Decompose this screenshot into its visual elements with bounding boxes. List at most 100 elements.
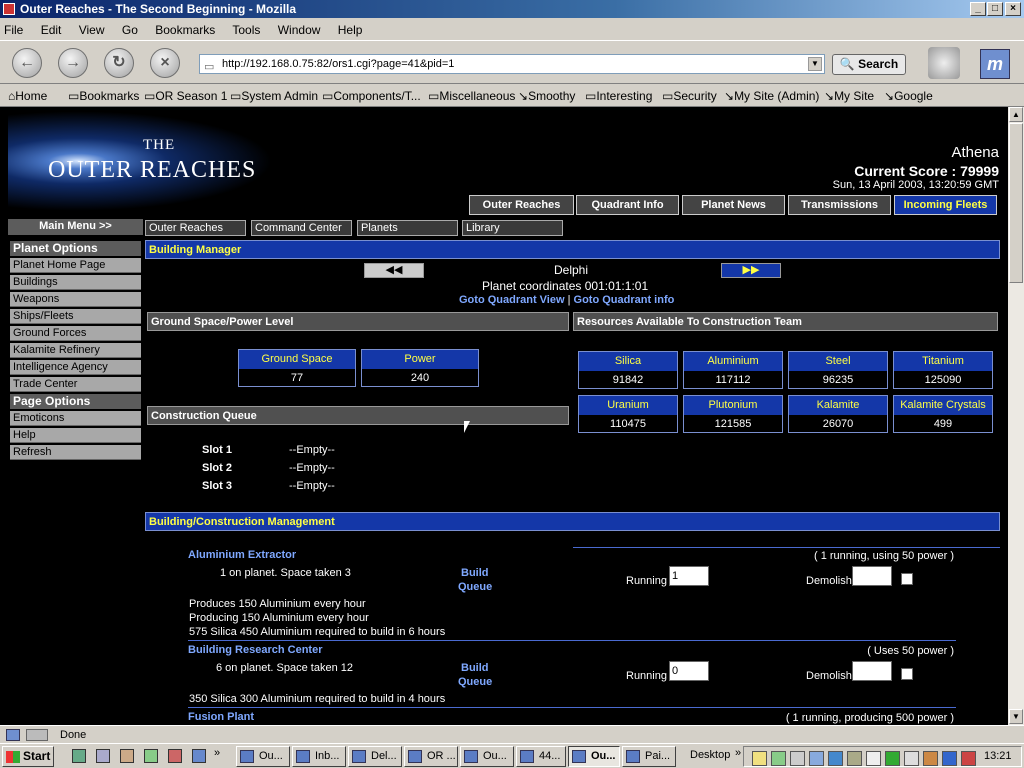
maximize-button[interactable]: □ xyxy=(987,2,1003,16)
bookmark-home[interactable]: ⌂ Home xyxy=(8,85,47,107)
sidebar-item-emoticons[interactable]: Emoticons xyxy=(10,411,141,426)
tray-icon[interactable] xyxy=(790,751,805,766)
sidebar-item-intelligence-agency[interactable]: Intelligence Agency xyxy=(10,360,141,375)
bookmark-or-season-1[interactable]: ▭ OR Season 1 xyxy=(144,85,227,107)
queue-link[interactable]: Queue xyxy=(458,676,492,688)
window-titlebar[interactable]: Outer Reaches - The Second Beginning - M… xyxy=(0,0,1024,18)
minimize-button[interactable]: _ xyxy=(970,2,986,16)
running-input[interactable]: 0 xyxy=(669,661,709,681)
tray-icon[interactable] xyxy=(771,751,786,766)
search-button[interactable]: 🔍 Search xyxy=(832,54,906,75)
stop-icon[interactable]: × xyxy=(150,48,180,78)
task-button[interactable]: 44... xyxy=(516,746,566,767)
task-button[interactable]: Pai... xyxy=(622,746,676,767)
toolbar-more-icon[interactable]: » xyxy=(735,747,741,759)
close-button[interactable]: × xyxy=(1005,2,1021,16)
menu-edit[interactable]: Edit xyxy=(41,23,62,37)
sidebar-item-weapons[interactable]: Weapons xyxy=(10,292,141,307)
quicklaunch-icon[interactable] xyxy=(144,749,158,763)
site-logo[interactable]: THE OUTER REACHES xyxy=(8,107,288,215)
bookmark-bookmarks[interactable]: ▭ Bookmarks xyxy=(68,85,139,107)
sidebar-item-kalamite-refinery[interactable]: Kalamite Refinery xyxy=(10,343,141,358)
volume-icon[interactable] xyxy=(904,751,919,766)
building-research-center-name[interactable]: Building Research Center xyxy=(188,644,322,656)
bookmark-my-site[interactable]: ↘ My Site xyxy=(824,85,874,107)
tray-icon[interactable] xyxy=(809,751,824,766)
tab-outer-reaches[interactable]: Outer Reaches xyxy=(469,195,574,215)
subtab-outer-reaches[interactable]: Outer Reaches xyxy=(145,220,246,236)
task-button[interactable]: Ou... xyxy=(460,746,514,767)
tray-icon[interactable] xyxy=(828,751,843,766)
task-button-active[interactable]: Ou... xyxy=(568,746,620,767)
task-button[interactable]: Ou... xyxy=(236,746,290,767)
demolish-input[interactable] xyxy=(852,661,892,681)
sidebar-item-ships-fleets[interactable]: Ships/Fleets xyxy=(10,309,141,324)
goto-quadrant-info-link[interactable]: Goto Quadrant info xyxy=(574,294,675,306)
running-input[interactable]: 1 xyxy=(669,566,709,586)
goto-quadrant-view-link[interactable]: Goto Quadrant View xyxy=(459,294,565,306)
menu-tools[interactable]: Tools xyxy=(232,23,260,37)
bookmark-security[interactable]: ▭ Security xyxy=(662,85,717,107)
tray-icon[interactable] xyxy=(752,751,767,766)
building-fusion-plant-name[interactable]: Fusion Plant xyxy=(188,711,254,723)
tab-incoming-fleets[interactable]: Incoming Fleets xyxy=(894,195,997,215)
tray-icon[interactable] xyxy=(866,751,881,766)
tray-icon[interactable] xyxy=(942,751,957,766)
build-link[interactable]: Build xyxy=(461,567,489,579)
sidebar-item-refresh[interactable]: Refresh xyxy=(10,445,141,460)
build-link[interactable]: Build xyxy=(461,662,489,674)
demolish-checkbox[interactable] xyxy=(901,573,913,585)
tray-icon[interactable] xyxy=(885,751,900,766)
building-aluminium-extractor-name[interactable]: Aluminium Extractor xyxy=(188,549,296,561)
quicklaunch-icon[interactable] xyxy=(72,749,86,763)
bookmark-components[interactable]: ▭ Components/T... xyxy=(322,85,421,107)
tab-quadrant-info[interactable]: Quadrant Info xyxy=(576,195,679,215)
tab-transmissions[interactable]: Transmissions xyxy=(788,195,891,215)
printer-icon[interactable] xyxy=(928,47,960,79)
tab-planet-news[interactable]: Planet News xyxy=(682,195,785,215)
start-button[interactable]: Start xyxy=(2,746,54,767)
sidebar-item-trade-center[interactable]: Trade Center xyxy=(10,377,141,392)
quicklaunch-more-icon[interactable]: » xyxy=(214,747,220,759)
tray-icon[interactable] xyxy=(961,751,976,766)
bookmark-my-site-admin[interactable]: ↘ My Site (Admin) xyxy=(724,85,819,107)
quicklaunch-icon[interactable] xyxy=(96,749,110,763)
sidebar-item-ground-forces[interactable]: Ground Forces xyxy=(10,326,141,341)
back-arrow-icon[interactable]: ← xyxy=(12,48,42,78)
task-button[interactable]: Del... xyxy=(348,746,402,767)
sidebar-item-buildings[interactable]: Buildings xyxy=(10,275,141,290)
quicklaunch-icon[interactable] xyxy=(192,749,206,763)
vertical-scrollbar[interactable]: ▲ ▼ xyxy=(1008,107,1024,725)
menu-bookmarks[interactable]: Bookmarks xyxy=(155,23,215,37)
bookmark-miscellaneous[interactable]: ▭ Miscellaneous xyxy=(428,85,515,107)
quicklaunch-icon[interactable] xyxy=(120,749,134,763)
url-dropdown-icon[interactable]: ▼ xyxy=(808,57,822,71)
demolish-checkbox[interactable] xyxy=(901,668,913,680)
task-button[interactable]: OR ... xyxy=(404,746,458,767)
queue-link[interactable]: Queue xyxy=(458,581,492,593)
reload-icon[interactable]: ↻ xyxy=(104,48,134,78)
subtab-planets[interactable]: Planets xyxy=(357,220,458,236)
sidebar-item-help[interactable]: Help xyxy=(10,428,141,443)
demolish-input[interactable] xyxy=(852,566,892,586)
main-menu-label[interactable]: Main Menu >> xyxy=(8,219,143,235)
menu-window[interactable]: Window xyxy=(278,23,321,37)
subtab-command-center[interactable]: Command Center xyxy=(251,220,352,236)
url-input[interactable]: ▭ http://192.168.0.75:82/ors1.cgi?page=4… xyxy=(199,54,825,74)
bookmark-smoothy[interactable]: ↘ Smoothy xyxy=(518,85,575,107)
task-button[interactable]: Inb... xyxy=(292,746,346,767)
tray-icon[interactable] xyxy=(847,751,862,766)
scroll-up-icon[interactable]: ▲ xyxy=(1009,107,1023,122)
scrollbar-thumb[interactable] xyxy=(1009,123,1023,283)
quicklaunch-icon[interactable] xyxy=(168,749,182,763)
menu-view[interactable]: View xyxy=(79,23,105,37)
tray-icon[interactable] xyxy=(923,751,938,766)
forward-arrow-icon[interactable]: → xyxy=(58,48,88,78)
menu-go[interactable]: Go xyxy=(122,23,138,37)
subtab-library[interactable]: Library xyxy=(462,220,563,236)
desktop-toolbar-label[interactable]: Desktop xyxy=(690,749,730,761)
scroll-down-icon[interactable]: ▼ xyxy=(1009,709,1023,724)
bookmark-interesting[interactable]: ▭ Interesting xyxy=(585,85,652,107)
menu-help[interactable]: Help xyxy=(338,23,363,37)
bookmark-system-admin[interactable]: ▭ System Admin xyxy=(230,85,318,107)
